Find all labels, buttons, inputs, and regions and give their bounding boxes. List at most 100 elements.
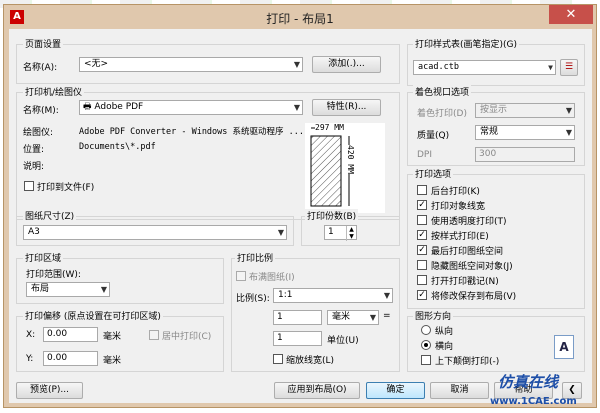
units-label: 单位(U) bbox=[327, 336, 359, 346]
plot-option-label: 最后打印图纸空间 bbox=[431, 247, 504, 257]
chevron-down-icon: ▼ bbox=[100, 285, 107, 294]
offset-y-label: Y: bbox=[26, 354, 34, 364]
quality-label: 质量(Q) bbox=[417, 131, 450, 141]
print-range-combo[interactable]: 布局 ▼ bbox=[26, 282, 110, 297]
chevron-down-icon: ▼ bbox=[565, 128, 572, 137]
offset-y-input[interactable]: 0.00 bbox=[43, 351, 98, 366]
upside-down-checkbox[interactable] bbox=[421, 355, 431, 365]
print-to-file-checkbox[interactable] bbox=[24, 181, 34, 191]
plot-option-label: 打开打印戳记(N) bbox=[431, 277, 499, 287]
title-bar[interactable]: A 打印 - 布局1 ✕ bbox=[4, 5, 596, 29]
shaded-viewport-title: 着色视口选项 bbox=[413, 85, 472, 98]
print-area-title: 打印区域 bbox=[23, 251, 64, 264]
portrait-label: 纵向 bbox=[435, 327, 454, 337]
dialog-title: 打印 - 布局1 bbox=[266, 12, 334, 26]
printer-name-combo[interactable]: 🖶 Adobe PDF ▼ bbox=[79, 100, 303, 115]
chevron-down-icon: ▼ bbox=[277, 228, 284, 237]
plot-option-label: 后台打印(K) bbox=[431, 187, 480, 197]
plot-option-label: 按样式打印(E) bbox=[431, 232, 489, 242]
plot-option-checkbox[interactable]: ✓ bbox=[417, 230, 427, 240]
print-scale-title: 打印比例 bbox=[235, 251, 276, 264]
chevron-down-icon: ▼ bbox=[565, 106, 572, 115]
watermark-text: 仿真在线 bbox=[498, 373, 559, 391]
paper-width-label: 297 MM bbox=[315, 123, 344, 132]
offset-y-unit: 毫米 bbox=[103, 356, 122, 366]
copies-input[interactable]: 1 ▲ ▼ bbox=[324, 225, 357, 241]
equals-sign: = bbox=[383, 311, 391, 321]
portrait-radio[interactable] bbox=[421, 325, 431, 335]
page-setup-name-combo[interactable]: <无> ▼ bbox=[79, 57, 303, 72]
ok-button[interactable]: 确定 bbox=[366, 382, 425, 399]
fit-to-paper-checkbox[interactable] bbox=[236, 271, 246, 281]
paper-size-combo[interactable]: A3 ▼ bbox=[23, 225, 287, 240]
add-page-setup-button[interactable]: 添加(.)... bbox=[312, 56, 381, 73]
scale-units-input[interactable]: 1 bbox=[273, 331, 322, 346]
quality-combo[interactable]: 常规 ▼ bbox=[475, 125, 575, 140]
plotter-label: 绘图仪: bbox=[23, 128, 54, 138]
properties-button[interactable]: 特性(R)... bbox=[312, 99, 381, 116]
center-plot-checkbox[interactable] bbox=[149, 330, 159, 340]
watermark: 仿真在线 www.1CAE.com bbox=[470, 371, 598, 411]
landscape-radio[interactable] bbox=[421, 340, 431, 350]
plot-option-checkbox[interactable] bbox=[417, 260, 427, 270]
close-button[interactable]: ✕ bbox=[549, 5, 593, 24]
offset-x-label: X: bbox=[26, 330, 36, 340]
print-range-label: 打印范围(W): bbox=[26, 270, 81, 280]
printer-icon: 🖶 bbox=[83, 102, 92, 112]
dpi-input[interactable]: 300 bbox=[475, 147, 575, 162]
preview-button[interactable]: 预览(P)... bbox=[16, 382, 83, 399]
landscape-orientation-icon: A bbox=[554, 335, 574, 359]
location-label: 位置: bbox=[23, 145, 45, 155]
printer-title: 打印机/绘图仪 bbox=[23, 85, 85, 98]
plot-dialog: A 打印 - 布局1 ✕ 页面设置 名称(A): <无> ▼ 添加(.)... 打… bbox=[3, 4, 597, 408]
dpi-label: DPI bbox=[417, 150, 433, 160]
scale-unit-combo[interactable]: 毫米 ▼ bbox=[327, 310, 379, 325]
landscape-label: 横向 bbox=[435, 342, 454, 352]
plot-option-checkbox[interactable] bbox=[417, 275, 427, 285]
print-area-group bbox=[16, 258, 224, 304]
scale-combo[interactable]: 1:1 ▼ bbox=[273, 288, 393, 303]
page-setup-title: 页面设置 bbox=[23, 37, 64, 50]
plot-option-checkbox[interactable] bbox=[417, 185, 427, 195]
plot-option-label: 使用透明度打印(T) bbox=[431, 217, 507, 227]
offset-x-unit: 毫米 bbox=[103, 332, 122, 342]
dialog-body: 页面设置 名称(A): <无> ▼ 添加(.)... 打印机/绘图仪 名称(M):… bbox=[9, 29, 592, 403]
plot-options-title: 打印选项 bbox=[413, 167, 454, 180]
scale-label: 比例(S): bbox=[236, 294, 270, 304]
print-offset-title: 打印偏移 (原点设置在可打印区域) bbox=[23, 309, 163, 322]
center-plot-label: 居中打印(C) bbox=[162, 332, 212, 342]
watermark-site: www.1CAE.com bbox=[490, 396, 577, 407]
paper-height-label: 420 MM bbox=[346, 145, 355, 174]
apply-to-layout-button[interactable]: 应用到布局(O) bbox=[274, 382, 360, 399]
paper-size-title: 图纸尺寸(Z) bbox=[23, 209, 77, 222]
plot-style-combo[interactable]: acad.ctb ▼ bbox=[413, 60, 556, 75]
plot-option-label: 打印对象线宽 bbox=[431, 202, 486, 212]
plot-option-checkbox[interactable] bbox=[417, 215, 427, 225]
shade-plot-combo[interactable]: 按显示 ▼ bbox=[475, 103, 575, 118]
plotter-value: Adobe PDF Converter - Windows 系统驱动程序 ... bbox=[79, 127, 304, 137]
table-edit-icon: ☰ bbox=[564, 62, 574, 72]
location-value: Documents\*.pdf bbox=[79, 142, 156, 152]
paper-preview: 297 MM 420 MM bbox=[305, 123, 385, 213]
chevron-down-icon: ▼ bbox=[548, 63, 553, 72]
scale-lineweights-checkbox[interactable] bbox=[273, 354, 283, 364]
plot-option-checkbox[interactable]: ✓ bbox=[417, 200, 427, 210]
plot-option-label: 将修改保存到布局(V) bbox=[431, 292, 517, 302]
chevron-down-icon: ▼ bbox=[293, 60, 300, 69]
print-to-file-label: 打印到文件(F) bbox=[37, 183, 95, 193]
spinner-arrows-icon[interactable]: ▲ ▼ bbox=[346, 226, 356, 241]
fit-to-paper-label: 布满图纸(I) bbox=[249, 273, 295, 283]
upside-down-label: 上下颠倒打印(-) bbox=[435, 357, 500, 367]
plot-option-checkbox[interactable]: ✓ bbox=[417, 245, 427, 255]
orientation-title: 图形方向 bbox=[413, 309, 454, 322]
edit-plot-style-button[interactable]: ☰ bbox=[560, 59, 578, 76]
shade-plot-label: 着色打印(D) bbox=[417, 109, 467, 119]
offset-x-input[interactable]: 0.00 bbox=[43, 327, 98, 342]
description-label: 说明: bbox=[23, 162, 45, 172]
scale-inches-input[interactable]: 1 bbox=[273, 310, 322, 325]
plot-option-checkbox[interactable]: ✓ bbox=[417, 290, 427, 300]
printer-name-label: 名称(M): bbox=[23, 106, 59, 116]
plot-style-title: 打印样式表(画笔指定)(G) bbox=[413, 37, 520, 50]
page-setup-name-label: 名称(A): bbox=[23, 63, 58, 73]
chevron-down-icon: ▼ bbox=[293, 103, 300, 112]
